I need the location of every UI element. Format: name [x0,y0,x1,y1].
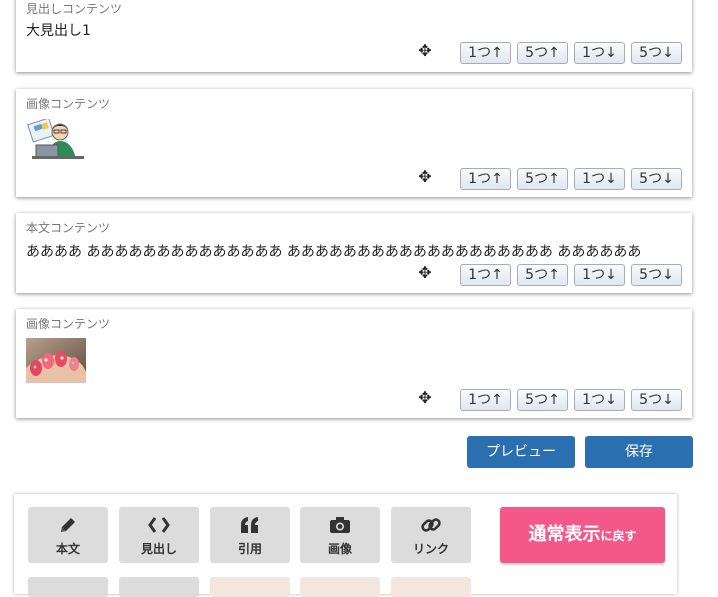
image-label: 画像 [327,542,352,556]
toolbar-button-row2[interactable] [119,577,199,597]
code-icon [148,515,170,537]
content-card-body: 本文コンテンツ ああああ ああああああああああああああ ああああああああああああ… [16,213,692,293]
move-up-1-button[interactable]: 1つ↑ [460,389,511,411]
move-down-1-button[interactable]: 1つ↓ [574,168,625,190]
add-heading-button[interactable]: 見出し [119,507,199,563]
move-down-5-button[interactable]: 5つ↓ [631,389,682,411]
body-text: ああああ ああああああああああああああ あああああああああああああああああああ … [26,244,642,260]
move-down-1-button[interactable]: 1つ↓ [574,264,625,286]
move-handle-icon[interactable]: ✥ [416,42,434,60]
move-buttons: 1つ↑ 5つ↑ 1つ↓ 5つ↓ [460,168,682,190]
return-normal-view-button[interactable]: 通常表示に戻す [500,507,665,563]
add-image-button[interactable]: 画像 [300,507,380,563]
content-card-image: 画像コンテンツ ✥ 1つ↑ 5つ↑ 1つ↓ 5つ↓ [16,89,692,197]
toolbar-button-row2[interactable] [300,577,380,597]
link-icon [420,515,442,537]
content-card-heading: 見出しコンテンツ 大見出し1 ✥ 1つ↑ 5つ↑ 1つ↓ 5つ↓ [16,0,692,72]
move-down-5-button[interactable]: 5つ↓ [631,42,682,64]
heading-label: 見出し [140,542,177,556]
move-up-5-button[interactable]: 5つ↑ [517,42,568,64]
toolbar-button-row2[interactable] [391,577,471,597]
move-handle-icon[interactable]: ✥ [416,168,434,186]
move-up-5-button[interactable]: 5つ↑ [517,389,568,411]
move-up-5-button[interactable]: 5つ↑ [517,168,568,190]
add-content-toolbar: 本文 見出し 引用 画像 リンク 通常表示に戻す [14,494,677,597]
move-down-1-button[interactable]: 1つ↓ [574,42,625,64]
body-text-label: 本文 [55,542,80,556]
move-buttons: 1つ↑ 5つ↑ 1つ↓ 5つ↓ [460,264,682,286]
move-down-1-button[interactable]: 1つ↓ [574,389,625,411]
toolbar-button-row2[interactable] [28,577,108,597]
move-down-5-button[interactable]: 5つ↓ [631,168,682,190]
card-type-label: 画像コンテンツ [26,317,111,331]
move-buttons: 1つ↑ 5つ↑ 1つ↓ 5つ↓ [460,389,682,411]
person-at-laptop-illustration [27,119,84,159]
toolbar-button-row2[interactable] [210,577,290,597]
heading-text: 大見出し1 [26,23,91,39]
return-suffix-label: に戻す [600,529,637,543]
move-up-5-button[interactable]: 5つ↑ [517,264,568,286]
pencil-icon [57,515,79,537]
move-up-1-button[interactable]: 1つ↑ [460,264,511,286]
link-label: リンク [412,542,449,556]
card-type-label: 見出しコンテンツ [26,2,123,16]
add-link-button[interactable]: リンク [391,507,471,563]
camera-icon [329,515,351,537]
return-normal-view-label: 通常表示 [528,524,601,545]
move-handle-icon[interactable]: ✥ [416,264,434,282]
move-up-1-button[interactable]: 1つ↑ [460,42,511,64]
add-quote-button[interactable]: 引用 [210,507,290,563]
move-up-1-button[interactable]: 1つ↑ [460,168,511,190]
save-button[interactable]: 保存 [585,436,693,468]
painted-nails-photo [26,338,86,383]
move-buttons: 1つ↑ 5つ↑ 1つ↓ 5つ↓ [460,42,682,64]
move-down-5-button[interactable]: 5つ↓ [631,264,682,286]
preview-button[interactable]: プレビュー [467,436,575,468]
quote-icon [239,515,261,537]
add-body-text-button[interactable]: 本文 [28,507,108,563]
card-type-label: 画像コンテンツ [26,97,111,111]
card-type-label: 本文コンテンツ [26,221,111,235]
content-card-image: 画像コンテンツ ✥ 1つ↑ 5つ↑ 1つ↓ 5つ↓ [16,309,692,418]
move-handle-icon[interactable]: ✥ [416,389,434,407]
quote-label: 引用 [237,542,262,556]
